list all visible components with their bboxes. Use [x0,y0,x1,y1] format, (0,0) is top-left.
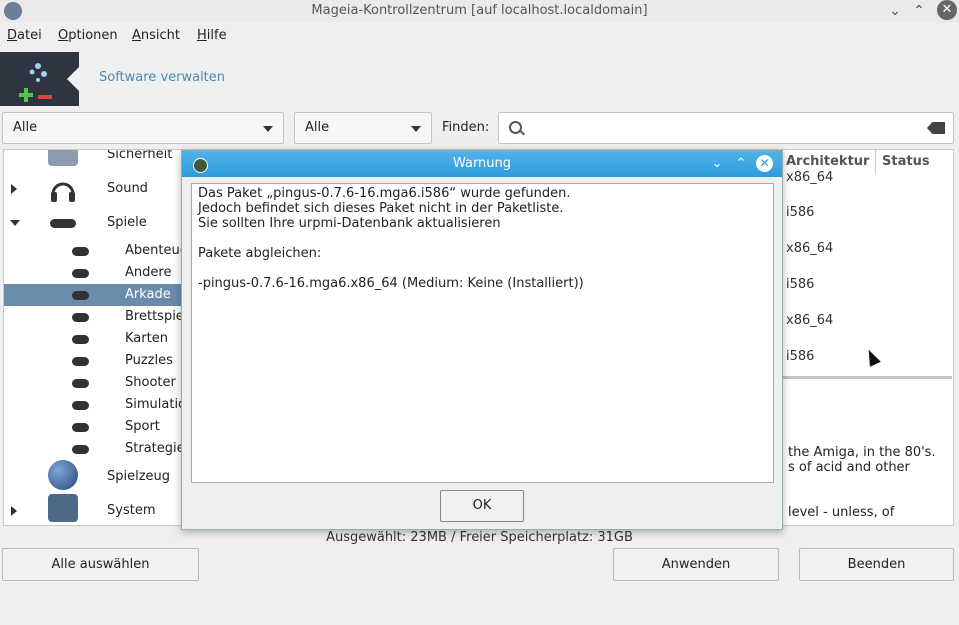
description-text: s of acid and other [788,460,910,475]
toy-ball-icon [48,460,78,490]
column-separator [875,150,876,174]
message-line: -pingus-0.7.6-16.mga6.x86_64 (Medium: Ke… [198,276,584,291]
tree-item-abenteuer[interactable]: Abenteuer [4,240,182,262]
gamepad-icon [50,219,76,228]
tree-item-system[interactable]: System [4,494,182,522]
pane-splitter[interactable] [782,376,952,379]
tree-item-simulation[interactable]: Simulation [4,394,182,416]
clear-search-icon[interactable] [927,122,945,134]
chevron-down-icon [263,126,273,132]
search-icon [509,121,522,134]
close-icon[interactable]: ✕ [756,155,773,172]
arch-cell: x86_64 [786,313,834,328]
tree-item-karten[interactable]: Karten [4,328,182,350]
category-tree: Sicherheit Sound Spiele Abenteuer Andere… [3,149,183,526]
group-filter-dropdown[interactable]: Alle [2,112,284,144]
maximize-icon[interactable]: ⌃ [732,155,750,173]
chevron-down-icon [411,126,421,132]
gamepad-icon [72,401,89,410]
type-filter-dropdown[interactable]: Alle [294,112,432,144]
gamepad-icon [72,247,89,256]
menu-datei[interactable]: Datei [7,28,42,43]
column-header-status[interactable]: Status [882,154,930,169]
tree-item-strategie[interactable]: Strategie [4,438,182,460]
message-line [198,261,767,276]
dialog-title: Warnung [452,156,512,171]
search-input[interactable] [498,112,954,144]
gamepad-icon [72,313,89,322]
column-header-arch[interactable]: Architektur [786,154,869,169]
tree-item-shooter[interactable]: Shooter [4,372,182,394]
tree-item-sicherheit[interactable]: Sicherheit [4,150,182,166]
ok-button[interactable]: OK [440,490,524,522]
message-line: Jedoch befindet sich dieses Paket nicht … [198,201,564,216]
headphones-icon [51,182,75,202]
arch-cell: i586 [786,349,815,364]
tree-item-sound[interactable]: Sound [4,178,182,202]
status-line: Ausgewählt: 23MB / Freier Speicherplatz:… [326,530,633,545]
arch-cell: i586 [786,277,815,292]
tree-item-arkade[interactable]: Arkade [4,284,182,306]
message-line: Sie sollten Ihre urpmi-Datenbank aktuali… [198,216,501,231]
arch-cell: i586 [786,205,815,220]
gamepad-icon [72,335,89,344]
menu-hilfe[interactable]: Hilfe [197,28,227,43]
warning-dialog: Warnung ⌄ ⌃ ✕ Das Paket „pingus-0.7.6-16… [181,150,783,530]
menu-ansicht[interactable]: Ansicht [132,28,180,43]
menubar: Datei Optionen Ansicht Hilfe [0,24,959,48]
minimize-icon[interactable]: ⌄ [708,155,726,173]
dialog-titlebar: Warnung ⌄ ⌃ ✕ [182,151,782,177]
tree-item-andere[interactable]: Andere [4,262,182,284]
gamepad-icon [72,291,89,300]
dialog-message: Das Paket „pingus-0.7.6-16.mga6.i586“ wu… [191,183,774,483]
window-title: Mageia-Kontrollzentrum [auf localhost.lo… [311,3,648,18]
expand-icon[interactable] [11,506,17,516]
tree-item-spielzeug[interactable]: Spielzeug [4,460,182,490]
arch-cell: x86_64 [786,241,834,256]
tree-item-puzzles[interactable]: Puzzles [4,350,182,372]
minimize-icon[interactable]: ⌄ [885,1,905,21]
expand-icon[interactable] [11,184,17,194]
message-line: Das Paket „pingus-0.7.6-16.mga6.i586“ wu… [198,186,571,201]
maximize-icon[interactable]: ⌃ [909,1,929,21]
gamepad-icon [72,423,89,432]
gamepad-icon [72,445,89,454]
collapse-icon[interactable] [10,220,20,226]
tree-item-sport[interactable]: Sport [4,416,182,438]
tree-item-spiele[interactable]: Spiele [4,212,182,234]
close-icon[interactable]: ✕ [937,0,957,20]
quit-button[interactable]: Beenden [799,548,954,581]
message-line: Pakete abgleichen: [198,246,322,261]
description-text: the Amiga, in the 80's. [788,445,936,460]
window-titlebar: Mageia-Kontrollzentrum [auf localhost.lo… [0,0,959,22]
menu-optionen[interactable]: Optionen [58,28,118,43]
find-label: Finden: [442,120,490,135]
select-all-button[interactable]: Alle auswählen [2,548,199,581]
software-manager-logo-icon [0,52,79,106]
gamepad-icon [72,379,89,388]
system-settings-icon [48,494,78,522]
arch-cell: x86_64 [786,170,834,185]
gamepad-icon [72,269,89,278]
page-title: Software verwalten [99,70,226,85]
tree-item-brettspiele[interactable]: Brettspiele [4,306,182,328]
apply-button[interactable]: Anwenden [613,548,779,581]
header: Software verwalten [0,50,959,108]
gamepad-icon [72,357,89,366]
description-text: level - unless, of [788,505,895,520]
message-line [198,231,767,246]
security-icon [48,150,78,166]
